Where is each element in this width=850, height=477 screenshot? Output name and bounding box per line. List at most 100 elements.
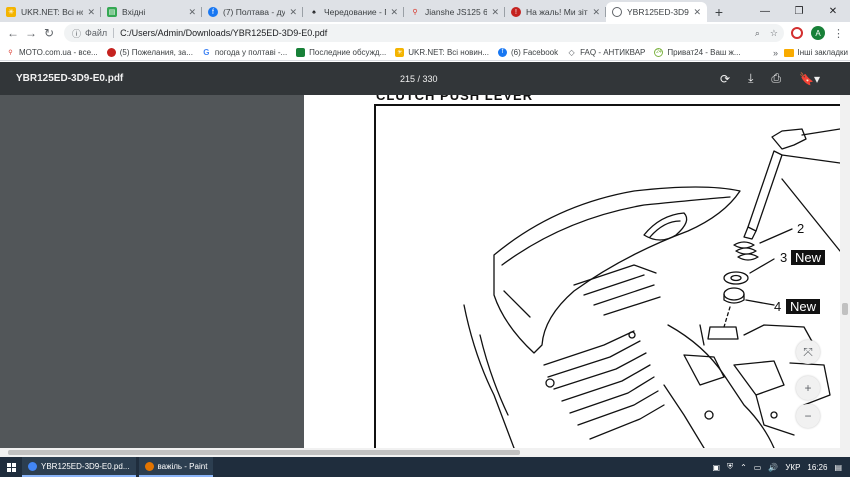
- close-icon[interactable]: ✕: [289, 7, 297, 18]
- reload-icon[interactable]: ↻: [40, 26, 58, 40]
- bookmarks-bar: ⚲ MOTO.com.ua - все... (5) Пожелания, за.…: [0, 44, 850, 61]
- notifications-icon[interactable]: ▤: [834, 463, 842, 472]
- tab-pdf[interactable]: YBR125ED-3D9-E0 ✕: [606, 2, 707, 22]
- forward-icon[interactable]: →: [22, 26, 40, 40]
- vertical-scrollbar[interactable]: [840, 95, 850, 448]
- tab-title: На жаль! Ми зітк: [526, 7, 589, 17]
- other-bookmarks-button[interactable]: Інші закладки: [784, 44, 848, 61]
- bookmark-menu-icon[interactable]: 🔖▾: [799, 72, 820, 86]
- tab-inbox[interactable]: ▤ Вхідні ✕: [101, 2, 202, 22]
- browser-toolbar: ← → ↻ ⓘ Файл C:/Users/Admin/Downloads/YB…: [0, 22, 850, 44]
- diamond-icon: ◇: [568, 47, 575, 57]
- bookmark-discussions[interactable]: Последние обсужд...: [296, 47, 387, 57]
- bookmark-moto[interactable]: ⚲ MOTO.com.ua - все...: [6, 47, 98, 57]
- facebook-icon: f: [497, 47, 507, 57]
- page-indicator[interactable]: 215 / 330: [400, 62, 438, 95]
- folder-icon: [784, 48, 795, 57]
- spring: [733, 241, 759, 261]
- google-icon: G: [203, 47, 210, 57]
- fit-page-button[interactable]: ⤧: [796, 340, 820, 364]
- opera-extension-icon[interactable]: [791, 27, 803, 39]
- close-icon[interactable]: ✕: [592, 7, 600, 18]
- bookmark-faq[interactable]: ◇ FAQ - АНТИКВАР: [567, 47, 646, 57]
- system-tray: ▣ ⛨ ⌃ ▭ 🔊 УКР 16:26 ▤: [713, 457, 842, 477]
- volume-icon[interactable]: 🔊: [768, 463, 778, 472]
- pdf-tools: ⟳ ⤓ ⎙ 🔖▾: [720, 62, 820, 95]
- rotate-icon[interactable]: ⟳: [720, 72, 730, 86]
- close-icon[interactable]: ✕: [188, 7, 196, 18]
- app-tray-icon[interactable]: ▣: [713, 463, 721, 472]
- lever-rod: [747, 150, 783, 232]
- clock[interactable]: 16:26: [807, 463, 827, 472]
- print-icon[interactable]: ⎙: [771, 71, 781, 86]
- tab-title: Вхідні: [122, 7, 146, 17]
- tab-title: Чередование - П: [324, 7, 387, 17]
- url-text[interactable]: C:/Users/Admin/Downloads/YBR125ED-3D9-E0…: [120, 28, 327, 38]
- show-hidden-icon[interactable]: ⌃: [740, 463, 747, 472]
- pdf-toolbar: YBR125ED-3D9-E0.pdf 215 / 330 ⟳ ⤓ ⎙ 🔖▾: [0, 62, 850, 95]
- taskbar-chrome[interactable]: YBR125ED-3D9-E0.pd...: [22, 457, 136, 477]
- bookmark-wishes[interactable]: (5) Пожелания, за...: [106, 47, 193, 57]
- avatar[interactable]: A: [811, 26, 825, 40]
- bookmark-label: MOTO.com.ua - все...: [19, 47, 98, 57]
- new-tab-button[interactable]: +: [707, 2, 731, 22]
- scroll-thumb[interactable]: [842, 303, 848, 315]
- close-window-icon[interactable]: ✕: [816, 0, 850, 22]
- close-icon[interactable]: ✕: [390, 7, 398, 18]
- horizontal-scrollbar[interactable]: [0, 448, 850, 457]
- callout-3: 3: [780, 250, 788, 265]
- close-icon[interactable]: ✕: [87, 7, 95, 18]
- display-icon[interactable]: ▭: [754, 463, 762, 472]
- bookmark-weather[interactable]: Gпогода у полтаві -...: [202, 48, 287, 57]
- download-icon[interactable]: ⤓: [748, 71, 753, 86]
- bookmark-label: (5) Пожелания, за...: [119, 47, 193, 57]
- globe-icon: [612, 7, 622, 17]
- windows-icon: [6, 462, 16, 472]
- bookmark-privat24[interactable]: 24 Приват24 - Ваш ж...: [654, 47, 741, 57]
- scroll-thumb[interactable]: [8, 450, 520, 455]
- ukrnet-icon: ✳: [6, 7, 16, 17]
- bookmark-facebook[interactable]: f (6) Facebook: [497, 47, 558, 57]
- tab-alternation[interactable]: ♠ Чередование - П ✕: [303, 2, 404, 22]
- start-button[interactable]: [0, 457, 22, 477]
- window-controls: — ❐ ✕: [748, 0, 850, 22]
- tab-error[interactable]: ! На жаль! Ми зітк ✕: [505, 2, 606, 22]
- zoom-icon[interactable]: ⌕: [755, 28, 760, 39]
- info-icon[interactable]: ⓘ: [72, 27, 81, 40]
- chrome-icon: [28, 461, 37, 471]
- close-icon[interactable]: ✕: [693, 7, 701, 18]
- pdf-file-title: YBR125ED-3D9-E0.pdf: [16, 73, 124, 84]
- forum-icon: [296, 47, 306, 57]
- security-icon[interactable]: ⛨: [727, 462, 733, 472]
- zoom-out-button[interactable]: −: [796, 404, 820, 428]
- restore-icon[interactable]: ❐: [782, 0, 816, 22]
- tab-strip: ✳UKR.NET: Всі нови✕ ▤Вхідні✕ f(7) Полтав…: [0, 0, 850, 22]
- address-bar[interactable]: ⓘ Файл C:/Users/Admin/Downloads/YBR125ED…: [64, 24, 784, 42]
- minimize-icon[interactable]: —: [748, 0, 782, 22]
- bookmarks-more-button[interactable]: »: [773, 44, 778, 61]
- omnibox-actions: ⌕ ☆: [755, 24, 778, 42]
- url-scheme: Файл: [85, 28, 108, 38]
- pdf-viewer[interactable]: CLUTCH PUSH LEVER 2 3 New 4 New: [0, 95, 850, 448]
- zoom-in-button[interactable]: +: [796, 376, 820, 400]
- clutch-lever-diagram: [463, 128, 840, 448]
- new-badge-3: New: [791, 250, 826, 265]
- other-bookmarks-label: Інші закладки: [797, 48, 848, 57]
- tab-facebook[interactable]: f (7) Полтава - дух ✕: [202, 2, 303, 22]
- motorcycle-icon: ⚲: [412, 9, 418, 16]
- bookmark-ukrnet[interactable]: ✳ UKR.NET: Всі новин...: [395, 47, 489, 57]
- language-indicator[interactable]: УКР: [785, 463, 800, 472]
- taskbar-paint[interactable]: важіль - Paint: [138, 457, 214, 477]
- tab-jianshe[interactable]: ⚲ Jianshe JS125 6-а✕: [404, 2, 505, 22]
- bookmark-label: FAQ - АНТИКВАР: [580, 47, 646, 57]
- tab-ukrnet[interactable]: ✳ UKR.NET: Всі нови✕: [0, 2, 101, 22]
- bookmark-label: Последние обсужд...: [309, 47, 387, 57]
- facebook-icon: f: [208, 7, 218, 17]
- motorcycle-icon: ⚲: [8, 49, 13, 56]
- close-icon[interactable]: ✕: [491, 7, 499, 18]
- bookmark-label: Приват24 - Ваш ж...: [667, 47, 741, 57]
- menu-icon[interactable]: ⋮: [833, 27, 844, 40]
- back-icon[interactable]: ←: [4, 26, 22, 40]
- star-icon[interactable]: ☆: [770, 28, 778, 39]
- site-icon: [106, 47, 116, 57]
